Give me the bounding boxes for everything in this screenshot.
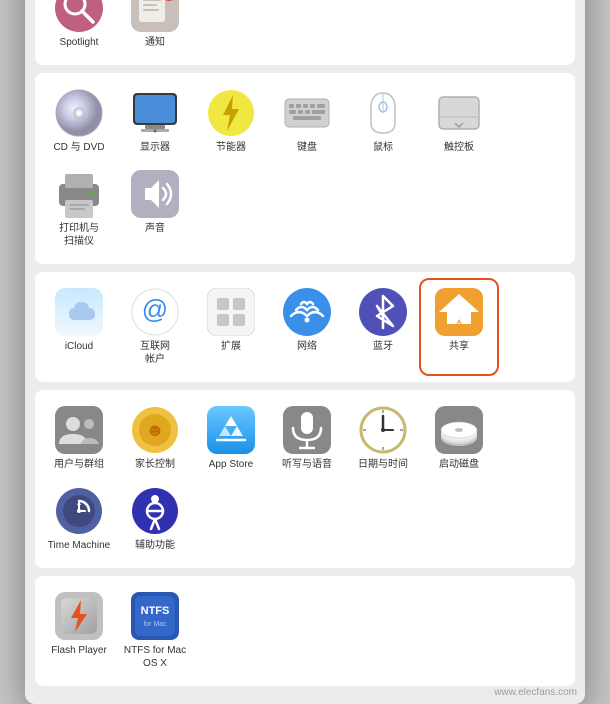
section-hardware: CD 与 DVD 显示器: [35, 73, 575, 264]
keyboard-label: 键盘: [297, 141, 317, 154]
pref-datetime[interactable]: 日期与时间: [347, 400, 419, 477]
pref-sound[interactable]: 声音: [119, 164, 191, 254]
appstore-label: App Store: [209, 458, 253, 471]
notification-label: 通知: [145, 36, 165, 49]
ntfs-label: NTFS for Mac OS X: [123, 644, 187, 670]
pref-accessibility[interactable]: 辅助功能: [119, 481, 191, 558]
pref-display[interactable]: 显示器: [119, 83, 191, 160]
ntfs-icon: NTFS for Mac: [131, 592, 179, 640]
pref-ntfs[interactable]: NTFS for Mac NTFS for Mac OS X: [119, 586, 191, 676]
pref-parental[interactable]: ☻ 家长控制: [119, 400, 191, 477]
spotlight-icon: [55, 0, 103, 32]
pref-timemachine[interactable]: Time Machine: [43, 481, 115, 558]
accessibility-label: 辅助功能: [135, 539, 175, 552]
share-icon: ⚠: [435, 288, 483, 336]
mouse-label: 鼠标: [373, 141, 393, 154]
users-label: 用户与群组: [54, 458, 104, 471]
trackpad-icon: [435, 89, 483, 137]
pref-trackpad[interactable]: 触控板: [423, 83, 495, 160]
svg-text:NTFS: NTFS: [141, 605, 170, 617]
section-internet: iCloud @ 互联网帐户: [35, 272, 575, 382]
sound-label: 声音: [145, 222, 165, 235]
section5-grid: Flash Player NTFS for Mac NTFS for Mac O…: [43, 586, 567, 676]
section-personal: ≡ 通用: [35, 0, 575, 65]
pref-dictation[interactable]: 听写与语音: [271, 400, 343, 477]
notification-icon: 3: [131, 0, 179, 32]
pref-share[interactable]: ⚠ 共享: [423, 282, 495, 372]
pref-energy[interactable]: 节能器: [195, 83, 267, 160]
svg-text:☻: ☻: [146, 420, 165, 440]
pref-icloud[interactable]: iCloud: [43, 282, 115, 372]
timemachine-icon: [55, 487, 103, 535]
share-label: 共享: [449, 340, 469, 353]
network-label: 网络: [297, 340, 317, 353]
keyboard-icon: [283, 89, 331, 137]
system-preferences-window: ‹ › 系统偏好设置 🔍: [25, 0, 585, 704]
appstore-icon: [207, 406, 255, 454]
datetime-label: 日期与时间: [358, 458, 408, 471]
sound-icon: [131, 170, 179, 218]
startup-label: 启动磁盘: [439, 458, 479, 471]
printer-icon: [55, 170, 103, 218]
section1-grid: ≡ 通用: [43, 0, 567, 55]
internet-icon: @: [131, 288, 179, 336]
trackpad-label: 触控板: [444, 141, 474, 154]
section3-grid: iCloud @ 互联网帐户: [43, 282, 567, 372]
display-icon: [131, 89, 179, 137]
pref-flash[interactable]: Flash Player: [43, 586, 115, 676]
preferences-content: ≡ 通用: [25, 0, 585, 704]
section-other: Flash Player NTFS for Mac NTFS for Mac O…: [35, 576, 575, 686]
pref-printer[interactable]: 打印机与扫描仪: [43, 164, 115, 254]
pref-extend[interactable]: 扩展: [195, 282, 267, 372]
users-icon: [55, 406, 103, 454]
parental-label: 家长控制: [135, 458, 175, 471]
parental-icon: ☻: [131, 406, 179, 454]
cd-label: CD 与 DVD: [53, 141, 104, 154]
pref-spotlight[interactable]: Spotlight: [43, 0, 115, 55]
extend-icon: [207, 288, 255, 336]
pref-network[interactable]: 网络: [271, 282, 343, 372]
startup-icon: [435, 406, 483, 454]
spotlight-label: Spotlight: [60, 36, 99, 49]
watermark: www.elecfans.com: [494, 687, 577, 698]
pref-mouse[interactable]: 鼠标: [347, 83, 419, 160]
printer-label: 打印机与扫描仪: [59, 222, 99, 248]
pref-bluetooth[interactable]: 蓝牙: [347, 282, 419, 372]
svg-text:⚠: ⚠: [455, 318, 463, 328]
dictation-icon: [283, 406, 331, 454]
flash-label: Flash Player: [51, 644, 107, 657]
pref-cd[interactable]: CD 与 DVD: [43, 83, 115, 160]
cd-icon: [55, 89, 103, 137]
flash-player-icon: [55, 592, 103, 640]
section2-grid: CD 与 DVD 显示器: [43, 83, 567, 254]
section4-grid: 用户与群组 ☻ 家长控制: [43, 400, 567, 558]
svg-text:@: @: [142, 294, 168, 324]
pref-internet[interactable]: @ 互联网帐户: [119, 282, 191, 372]
pref-users[interactable]: 用户与群组: [43, 400, 115, 477]
extend-label: 扩展: [221, 340, 241, 353]
internet-label: 互联网帐户: [140, 340, 170, 366]
pref-keyboard[interactable]: 键盘: [271, 83, 343, 160]
timemachine-label: Time Machine: [48, 539, 110, 552]
svg-text:for Mac: for Mac: [143, 621, 167, 628]
energy-label: 节能器: [216, 141, 246, 154]
section-system: 用户与群组 ☻ 家长控制: [35, 390, 575, 568]
datetime-icon: [359, 406, 407, 454]
icloud-label: iCloud: [65, 340, 93, 353]
accessibility-icon: [131, 487, 179, 535]
icloud-icon: [55, 288, 103, 336]
dictation-label: 听写与语音: [282, 458, 332, 471]
pref-startup[interactable]: 启动磁盘: [423, 400, 495, 477]
pref-appstore[interactable]: App Store: [195, 400, 267, 477]
mouse-icon: [359, 89, 407, 137]
display-label: 显示器: [140, 141, 170, 154]
bluetooth-icon: [359, 288, 407, 336]
energy-icon: [207, 89, 255, 137]
network-icon: [283, 288, 331, 336]
bluetooth-label: 蓝牙: [373, 340, 393, 353]
pref-notification[interactable]: 3 通知: [119, 0, 191, 55]
